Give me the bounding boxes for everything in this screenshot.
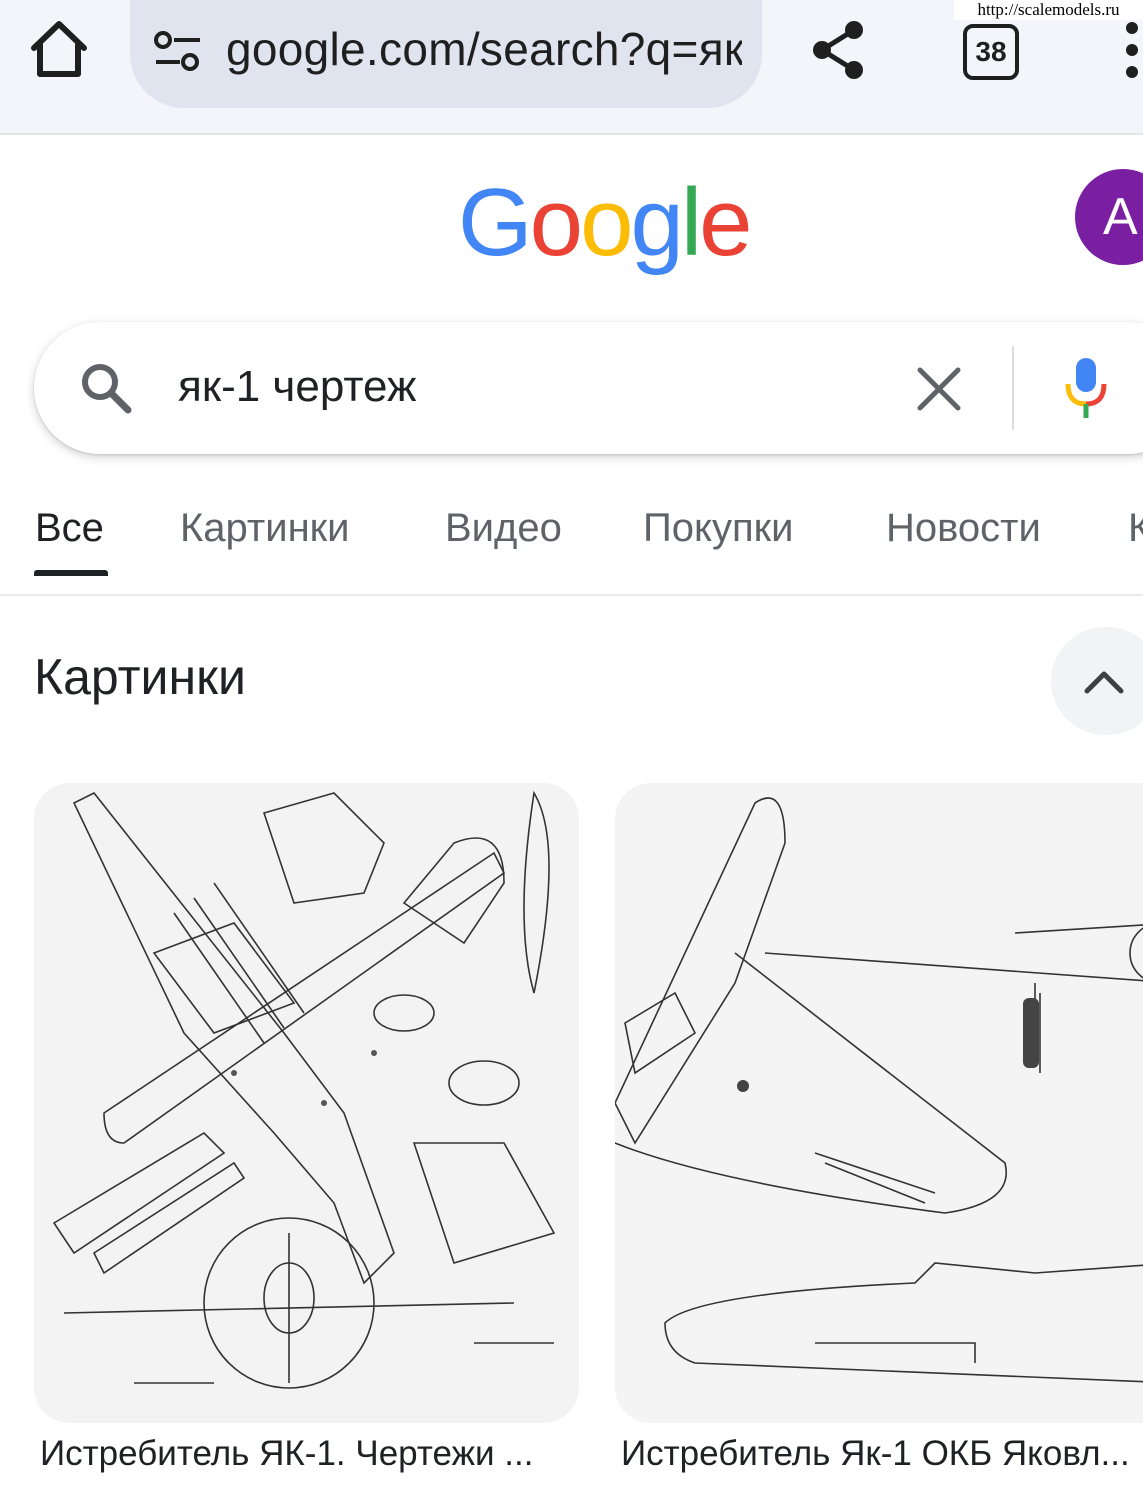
chevron-up-icon: [1084, 671, 1124, 694]
logo-letter: l: [680, 169, 702, 276]
image-caption-2[interactable]: Истребитель Як-1 ОКБ Яковл...: [621, 1434, 1143, 1474]
watermark-text: http://scalemodels.ru: [954, 0, 1143, 20]
search-box[interactable]: як-1 чертеж: [34, 322, 1143, 454]
microphone-icon[interactable]: [1062, 356, 1110, 420]
logo-letter: g: [630, 169, 683, 276]
site-settings-icon[interactable]: [152, 30, 204, 72]
active-tab-indicator: [34, 570, 108, 576]
tab-news[interactable]: Новости: [886, 506, 1041, 551]
tab-more[interactable]: К: [1128, 506, 1143, 551]
image-result-2[interactable]: [615, 783, 1143, 1423]
search-input[interactable]: як-1 чертеж: [178, 362, 416, 412]
search-icon: [78, 360, 134, 416]
account-avatar[interactable]: A: [1075, 169, 1143, 265]
browser-toolbar: google.com/search?q=як-1 чертеж 38 http:…: [0, 0, 1143, 135]
tab-all[interactable]: Все: [35, 506, 104, 551]
google-logo[interactable]: Google: [458, 168, 753, 278]
images-section-title: Картинки: [34, 649, 246, 705]
tab-switcher-button[interactable]: 38: [963, 24, 1019, 80]
search-tabs: Все Картинки Видео Покупки Новости К: [0, 480, 1143, 596]
aircraft-drawing-image: [615, 783, 1143, 1423]
logo-letter: o: [580, 169, 633, 276]
tab-shopping[interactable]: Покупки: [643, 506, 793, 551]
tab-videos[interactable]: Видео: [445, 506, 562, 551]
share-icon[interactable]: [808, 18, 872, 82]
collapse-button[interactable]: [1051, 627, 1143, 735]
clear-icon[interactable]: [916, 366, 962, 412]
tab-images[interactable]: Картинки: [180, 506, 350, 551]
address-bar[interactable]: google.com/search?q=як-1 чертеж: [130, 0, 762, 108]
logo-letter: G: [458, 169, 533, 276]
more-options-icon[interactable]: [1122, 20, 1142, 80]
image-caption-1[interactable]: Истребитель ЯК-1. Чертежи ...: [40, 1434, 570, 1474]
url-text[interactable]: google.com/search?q=як-1 чертеж: [226, 22, 742, 76]
aircraft-blueprint-image: [34, 783, 579, 1423]
logo-letter: e: [699, 169, 752, 276]
logo-letter: o: [529, 169, 583, 276]
image-result-1[interactable]: [34, 783, 579, 1423]
home-icon[interactable]: [28, 18, 90, 80]
search-divider: [1012, 346, 1014, 430]
